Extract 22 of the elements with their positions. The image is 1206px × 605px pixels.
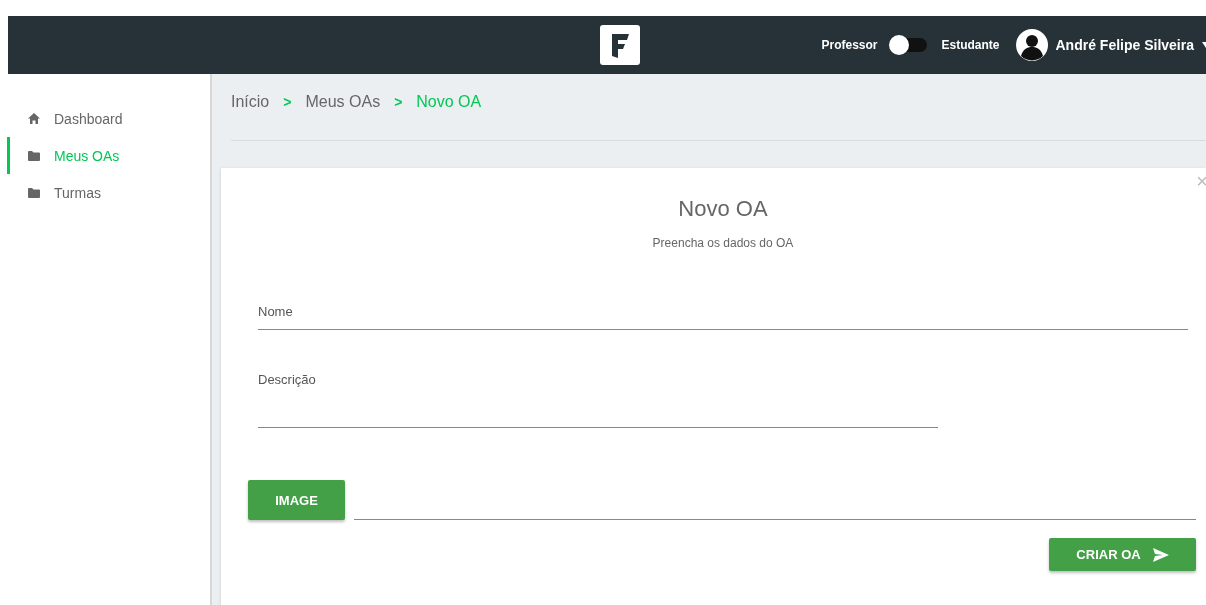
folder-icon (28, 150, 40, 161)
avatar-icon[interactable] (1015, 29, 1048, 61)
dialog-title: Novo OA (677, 195, 769, 222)
breadcrumb-link[interactable]: Início (231, 93, 270, 111)
sidebar-item[interactable]: Dashboard (7, 100, 210, 137)
home-icon (28, 113, 40, 124)
dialog-subtitle: Preencha os dados do OA (651, 236, 795, 250)
user-name[interactable]: André Felipe Silveira (1055, 37, 1194, 53)
breadcrumb-link[interactable]: Meus OAs (305, 93, 381, 111)
breadcrumb-separator: > (394, 94, 403, 110)
breadcrumb-separator: > (283, 94, 292, 110)
name-field[interactable]: Nome (258, 304, 1188, 330)
role-switch[interactable] (891, 38, 928, 52)
switch-label: Professor (821, 38, 878, 52)
sidebar-item[interactable]: Turmas (7, 174, 210, 211)
switch-label: Estudante (941, 38, 1000, 52)
logo-icon[interactable] (599, 25, 640, 65)
description-field[interactable]: Descrição (258, 372, 938, 428)
image-button[interactable]: IMAGE (248, 480, 345, 520)
send-icon (1152, 547, 1169, 562)
submit-button[interactable]: CRIAR OA (1049, 538, 1196, 571)
folder-icon (28, 187, 40, 198)
